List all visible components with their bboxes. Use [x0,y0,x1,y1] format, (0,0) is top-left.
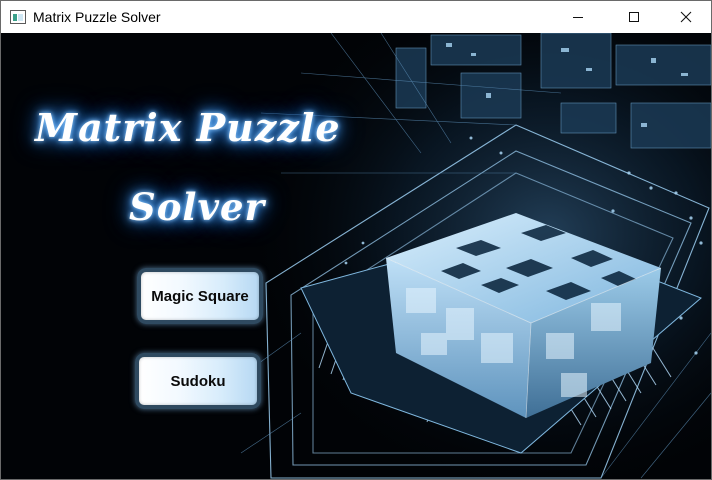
maximize-icon [629,12,639,22]
magic-square-button[interactable]: Magic Square [137,268,263,324]
title-bar[interactable]: Matrix Puzzle Solver [1,1,711,33]
app-window: Matrix Puzzle Solver Matrix Puzzle Solve… [0,0,712,480]
app-title-line-2: Solver [129,185,265,229]
main-content: Matrix Puzzle Solver Magic Square Sudoku [1,33,711,479]
circuit-chip-background [1,33,711,479]
window-title: Matrix Puzzle Solver [33,9,161,25]
minimize-button[interactable] [555,1,601,33]
minimize-icon [573,17,583,18]
close-icon [680,11,692,23]
close-button[interactable] [663,1,709,33]
sudoku-button[interactable]: Sudoku [135,353,261,409]
maximize-button[interactable] [611,1,657,33]
app-title-line-1: Matrix Puzzle [35,105,341,150]
window-app-icon [10,10,26,24]
